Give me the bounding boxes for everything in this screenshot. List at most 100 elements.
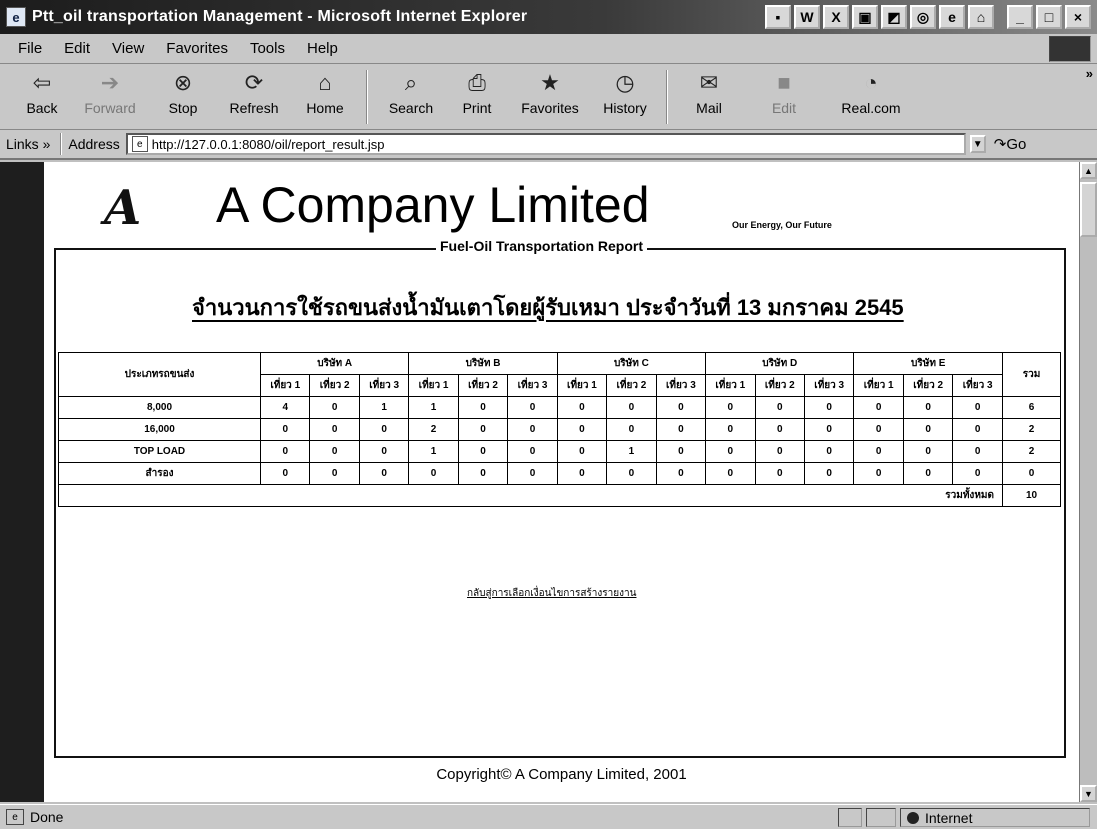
favorites-icon: ★	[540, 70, 560, 95]
trip-count-cell: 0	[655, 462, 707, 485]
back-button[interactable]: ⇦ Back	[14, 64, 70, 126]
trip-count-cell: 0	[655, 418, 707, 441]
table-row: 16,000 0 0 0 2 0 0 0 0 0 0 0 0 0 0 0 2	[58, 418, 1061, 441]
trip-count-cell: 0	[705, 418, 756, 441]
scroll-down-arrow-icon[interactable]: ▼	[1080, 785, 1097, 802]
mail-icon: ✉	[699, 70, 719, 95]
company-header: บริษัท E	[853, 352, 1003, 375]
realcom-icon: ◔	[864, 70, 878, 95]
scroll-up-arrow-icon[interactable]: ▲	[1080, 162, 1097, 179]
trip-header: เที่ยว 3	[952, 374, 1003, 397]
links-button[interactable]: Links »	[6, 136, 50, 152]
company-header: บริษัท C	[556, 352, 707, 375]
trip-count-cell: 0	[853, 396, 904, 419]
menu-edit[interactable]: Edit	[64, 40, 90, 57]
toolbar-icon-1[interactable]: ▪	[765, 5, 791, 29]
company-logo: A	[104, 180, 142, 236]
trip-header: เที่ยว 2	[902, 374, 954, 397]
trip-header: เที่ยว 1	[705, 374, 756, 397]
toolbar-icon-3[interactable]: X	[823, 5, 849, 29]
report-legend: Fuel-Oil Transportation Report	[436, 238, 648, 254]
maximize-button[interactable]: □	[1036, 5, 1062, 29]
trip-count-cell: 0	[309, 440, 360, 463]
trip-count-cell: 0	[408, 462, 459, 485]
mail-button[interactable]: ✉ Mail	[676, 64, 742, 126]
company-header: บริษัท B	[408, 352, 558, 375]
trip-count-cell: 0	[606, 462, 657, 485]
toolbar-icon-8[interactable]: ⌂	[968, 5, 994, 29]
company-header: บริษัท D	[705, 352, 855, 375]
trip-count-cell: 0	[556, 396, 608, 419]
menu-tools[interactable]: Tools	[250, 40, 285, 57]
page-icon: e	[131, 136, 148, 152]
trip-count-cell: 0	[853, 440, 904, 463]
trip-count-cell: 0	[853, 418, 904, 441]
go-button[interactable]: ↷ Go	[994, 135, 1027, 154]
trip-count-cell: 0	[457, 440, 509, 463]
trip-count-cell: 0	[606, 396, 657, 419]
trip-count-cell: 1	[358, 396, 410, 419]
trip-count-cell: 0	[705, 462, 756, 485]
back-to-conditions-link[interactable]: กลับสู่การเลือกเงื่อนไขการสร้างรายงาน	[467, 586, 636, 601]
search-button[interactable]: ⌕ Search	[376, 64, 446, 126]
menu-file[interactable]: File	[18, 40, 42, 57]
trip-count-cell: 0	[507, 418, 558, 441]
trip-count-cell: 0	[952, 462, 1003, 485]
home-button[interactable]: ⌂ Home	[292, 64, 358, 126]
close-button[interactable]: ×	[1065, 5, 1091, 29]
edit-button[interactable]: ■ Edit	[742, 64, 826, 126]
trip-count-cell: 0	[259, 418, 311, 441]
trip-count-cell: 2	[408, 418, 459, 441]
row-total-cell: 0	[1002, 462, 1061, 485]
content-viewport: A A Company Limited Our Energy, Our Futu…	[0, 162, 1097, 802]
scroll-thumb[interactable]	[1080, 182, 1097, 237]
trip-header: เที่ยว 1	[408, 374, 459, 397]
address-input[interactable]: e http://127.0.0.1:8080/oil/report_resul…	[125, 133, 966, 155]
ie-throbber-icon	[1049, 36, 1091, 62]
table-row: 8,000 4 0 1 1 0 0 0 0 0 0 0 0 0 0 0 6	[58, 396, 1061, 419]
trip-header: เที่ยว 2	[606, 374, 657, 397]
toolbar-icon-7[interactable]: e	[939, 5, 965, 29]
trip-count-cell: 0	[952, 396, 1003, 419]
trip-count-cell: 0	[457, 418, 509, 441]
total-header: รวม	[1002, 352, 1061, 397]
address-dropdown-icon[interactable]: ▼	[969, 135, 986, 153]
forward-button[interactable]: ➔ Forward	[70, 64, 150, 126]
trip-header: เที่ยว 2	[457, 374, 509, 397]
toolbar-icon-4[interactable]: ▣	[852, 5, 878, 29]
menu-help[interactable]: Help	[307, 40, 338, 57]
refresh-button[interactable]: ⟳ Refresh	[216, 64, 292, 126]
trip-count-cell: 0	[358, 418, 410, 441]
status-panel	[866, 808, 896, 827]
report-title: จำนวนการใช้รถขนส่งน้ำมันเตาโดยผู้รับเหมา…	[192, 295, 904, 320]
forward-arrow-icon: ➔	[100, 70, 120, 95]
trip-count-cell: 0	[803, 418, 855, 441]
table-row: TOP LOAD 0 0 0 1 0 0 0 1 0 0 0 0 0 0 0 2	[58, 440, 1061, 463]
trip-count-cell: 0	[902, 418, 954, 441]
trip-count-cell: 4	[259, 396, 311, 419]
trip-count-cell: 0	[952, 418, 1003, 441]
trip-count-cell: 1	[606, 440, 657, 463]
toolbar-icon-6[interactable]: ◎	[910, 5, 936, 29]
toolbar-icon-5[interactable]: ◩	[881, 5, 907, 29]
print-icon: ⎙	[468, 70, 486, 95]
realcom-button[interactable]: ◔ Real.com	[826, 64, 916, 126]
history-button[interactable]: ◷ History	[592, 64, 658, 126]
trip-count-cell: 0	[309, 396, 360, 419]
toolbar-separator	[666, 70, 668, 124]
security-zone: Internet	[900, 808, 1090, 827]
row-total-cell: 2	[1002, 418, 1061, 441]
favorites-button[interactable]: ★ Favorites	[508, 64, 592, 126]
menu-view[interactable]: View	[112, 40, 144, 57]
menu-favorites[interactable]: Favorites	[166, 40, 228, 57]
toolbar-overflow-chevron-icon[interactable]: »	[1086, 66, 1093, 81]
vertical-scrollbar[interactable]: ▲ ▼	[1079, 162, 1097, 802]
trip-count-cell: 0	[902, 462, 954, 485]
vehicle-type-cell: สำรอง	[58, 462, 261, 485]
standard-toolbar: ⇦ Back ➔ Forward ⊗ Stop ⟳ Refresh ⌂ Home…	[0, 64, 1097, 130]
minimize-button[interactable]: _	[1007, 5, 1033, 29]
stop-button[interactable]: ⊗ Stop	[150, 64, 216, 126]
toolbar-icon-2[interactable]: W	[794, 5, 820, 29]
trip-count-cell: 0	[705, 396, 756, 419]
print-button[interactable]: ⎙ Print	[446, 64, 508, 126]
